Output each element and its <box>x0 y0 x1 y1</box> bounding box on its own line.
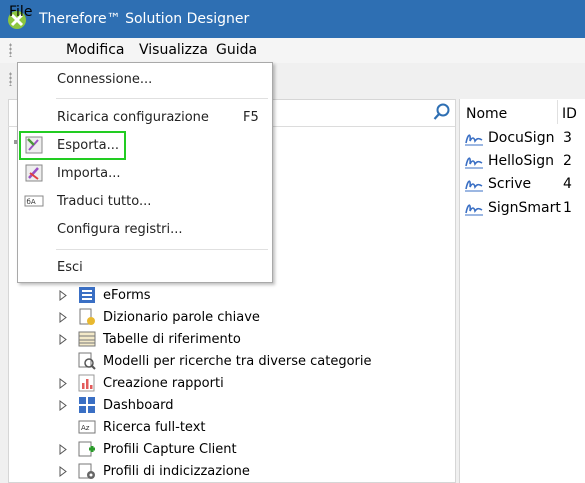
dashboard-icon <box>79 397 95 413</box>
signature-icon <box>465 180 483 192</box>
menubar-grip-icon[interactable] <box>9 43 12 57</box>
shortcut-label: F5 <box>243 110 259 125</box>
menu-guida[interactable]: Guida <box>216 42 257 58</box>
dictionary-icon <box>79 308 95 325</box>
menu-visualizza[interactable]: Visualizza <box>139 42 208 58</box>
signature-icon <box>465 204 483 216</box>
signature-name: DocuSign <box>488 130 555 146</box>
menu-separator <box>56 98 268 99</box>
menu-file-label: File <box>9 4 33 20</box>
tree-item-label: Creazione rapporti <box>103 376 224 391</box>
indexing-icon <box>78 463 95 479</box>
report-icon <box>78 374 95 392</box>
menu-item-importa[interactable]: Importa... <box>57 166 121 181</box>
expand-arrow-icon[interactable] <box>59 444 67 455</box>
tree-item-label: Modelli per ricerche tra diverse categor… <box>103 354 372 369</box>
menu-item-connessione[interactable]: Connessione... <box>57 72 152 87</box>
signature-id: 4 <box>563 176 572 192</box>
expand-arrow-icon[interactable] <box>59 290 67 301</box>
signature-id: 1 <box>563 200 572 216</box>
window-title: Therefore™ Solution Designer <box>39 11 250 27</box>
expand-arrow-icon[interactable] <box>59 466 67 477</box>
file-menu-dropdown: Connessione... Ricarica configurazione F… <box>17 62 273 283</box>
menu-item-ricarica-configurazione[interactable]: Ricarica configurazione <box>57 110 209 125</box>
title-bar: Therefore™ Solution Designer <box>0 0 585 38</box>
svg-text:бA: бA <box>27 198 36 206</box>
tree-item-label: Dashboard <box>103 398 174 413</box>
menu-item-esci[interactable]: Esci <box>57 260 83 275</box>
tree-item-label: Dizionario parole chiave <box>103 310 260 325</box>
translate-icon: бA <box>24 195 44 207</box>
expand-arrow-icon[interactable] <box>59 400 67 411</box>
tree-item-label: Ricerca full-text <box>103 420 206 435</box>
signature-id: 3 <box>563 130 572 146</box>
signature-name: HelloSign <box>488 153 555 169</box>
signature-icon <box>465 157 483 169</box>
signature-icon <box>465 134 483 146</box>
tree-item-label: Tabelle di riferimento <box>103 332 241 347</box>
svg-text:Az: Az <box>81 424 90 432</box>
fulltext-icon: Az <box>78 420 96 434</box>
tree-item-label: Profili di indicizzazione <box>103 464 250 479</box>
menu-separator <box>56 249 268 250</box>
signature-name: SignSmart <box>488 200 561 216</box>
column-divider[interactable] <box>557 100 558 124</box>
search-model-icon <box>78 352 96 370</box>
table-icon <box>78 331 96 347</box>
tree-item-label: eForms <box>103 288 151 303</box>
signature-id: 2 <box>563 153 572 169</box>
search-icon[interactable] <box>433 103 451 121</box>
signature-name: Scrive <box>488 176 532 192</box>
tree-item-label: Profili Capture Client <box>103 442 237 457</box>
menu-item-configura-registri[interactable]: Configura registri... <box>57 222 183 237</box>
menu-modifica[interactable]: Modifica <box>66 42 125 58</box>
highlight-box <box>19 131 126 160</box>
import-icon <box>25 164 43 182</box>
menu-item-traduci-tutto[interactable]: Traduci tutto... <box>57 194 151 209</box>
column-header-name[interactable]: Nome <box>466 106 507 122</box>
expand-arrow-icon[interactable] <box>59 378 67 389</box>
eforms-icon <box>79 287 95 303</box>
column-header-id[interactable]: ID <box>562 106 577 122</box>
expand-arrow-icon[interactable] <box>59 334 67 345</box>
capture-icon <box>78 441 95 457</box>
toolbar-grip-icon[interactable] <box>9 72 12 86</box>
menu-bar: Modifica Visualizza Guida <box>0 38 585 63</box>
expand-arrow-icon[interactable] <box>59 312 67 323</box>
